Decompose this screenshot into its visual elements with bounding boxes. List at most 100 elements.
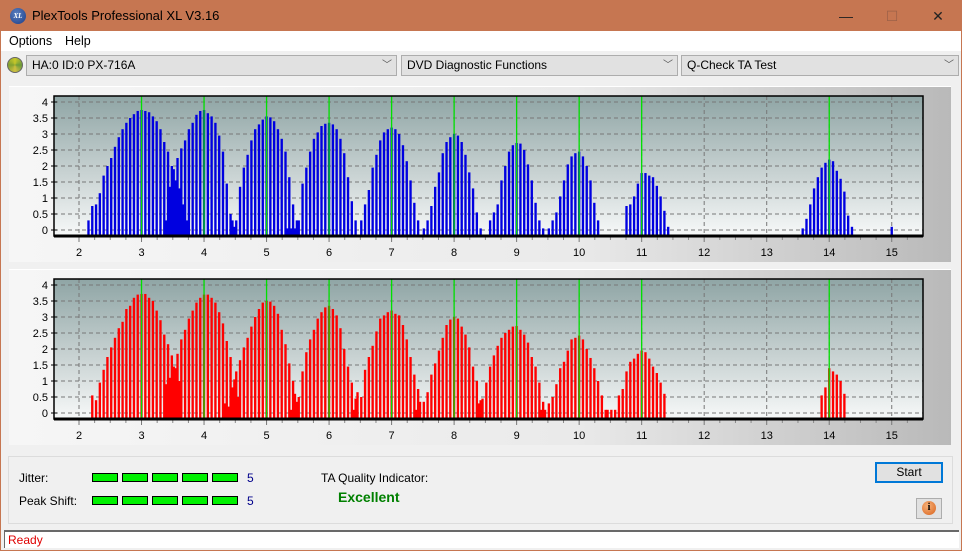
histogram-bar [324,123,327,236]
meter-segment [152,496,178,505]
histogram-bar [176,353,179,419]
histogram-bar [356,392,359,419]
y-tick-label: 3.5 [33,296,48,308]
test-select-value: Q-Check TA Test [687,58,777,72]
histogram-bar [816,177,820,236]
histogram-bar [242,167,246,236]
histogram-bar [125,309,128,419]
histogram-bar [519,143,522,236]
histogram-bar [496,345,499,419]
histogram-bar [94,204,98,236]
peak-shift-value: 5 [247,494,254,508]
histogram-bar [433,363,437,419]
histogram-bar [394,129,397,236]
meter-segment [212,496,238,505]
meter-segment [122,496,148,505]
histogram-bar [261,302,264,419]
y-tick-label: 1 [42,193,48,205]
histogram-bar [526,164,530,236]
histogram-bar [625,371,628,419]
histogram-bar [183,140,187,236]
histogram-bar [507,329,511,419]
histogram-bar [471,188,475,236]
toolbar: HA:0 ID:0 PX-716A ﹀ DVD Diagnostic Funct… [1,52,961,79]
histogram-bar [113,146,117,236]
info-button[interactable]: i [916,498,942,519]
app-window: XL PlexTools Professional XL V3.16 — ☐ ✕… [0,0,962,551]
histogram-bar [445,325,448,419]
menu-options[interactable]: Options [9,34,52,48]
x-tick-label: 5 [263,247,269,259]
x-tick-label: 13 [761,247,773,259]
histogram-bar [593,202,596,236]
histogram-bar [538,220,541,236]
minimize-button[interactable]: — [823,1,869,31]
histogram-bar [445,142,448,236]
x-tick-label: 3 [138,247,144,259]
y-tick-label: 0 [42,225,48,237]
histogram-bar [456,318,460,419]
histogram-bar [312,138,316,236]
histogram-bar [223,403,227,419]
x-tick-label: 15 [886,430,898,442]
histogram-bar [559,368,562,419]
drive-select-value: HA:0 ID:0 PX-716A [32,58,136,72]
peak-shift-label: Peak Shift: [19,494,78,508]
histogram-bar [168,186,172,236]
histogram-bar [500,337,503,419]
histogram-bar [206,113,210,236]
histogram-bar [416,220,420,236]
function-select[interactable]: DVD Diagnostic Functions ﹀ [401,55,678,76]
histogram-bar [382,132,386,236]
histogram-bar [570,156,573,236]
histogram-bar [566,350,569,419]
histogram-bar [655,373,658,419]
histogram-bar [235,371,238,419]
histogram-bar [293,393,297,419]
histogram-bar [471,366,475,419]
histogram-bar [475,212,479,236]
y-tick-label: 2.5 [33,145,48,157]
histogram-bar [144,293,147,419]
histogram-bar [121,129,124,236]
y-tick-label: 2 [42,161,48,173]
histogram-bar [422,401,425,419]
test-select[interactable]: Q-Check TA Test ﹀ [681,55,959,76]
start-button[interactable]: Start [875,462,943,483]
histogram-bar [106,357,109,419]
drive-select[interactable]: HA:0 ID:0 PX-716A ﹀ [26,55,397,76]
histogram-bar [530,357,533,419]
histogram-bar [589,357,592,419]
histogram-bar [172,169,175,236]
histogram-bar [159,320,162,419]
histogram-bar [485,382,488,419]
histogram-bar [218,135,221,236]
maximize-button[interactable]: ☐ [869,1,915,31]
histogram-bar [398,315,401,419]
histogram-bar [331,309,335,419]
ta-quality-value: Excellent [338,489,400,505]
histogram-bar [496,204,499,236]
histogram-bar [504,166,507,236]
histogram-bar [386,129,389,236]
histogram-bar [562,180,566,236]
histogram-bar [437,172,441,236]
histogram-bar [574,153,577,236]
menu-help[interactable]: Help [65,34,91,48]
histogram-bar [555,384,558,419]
meter-segment [92,473,118,482]
histogram-bar [809,204,812,236]
histogram-bar [511,326,515,419]
y-tick-label: 2 [42,344,48,356]
close-button[interactable]: ✕ [915,1,961,31]
histogram-bar [335,315,338,419]
histogram-bar [117,137,120,236]
x-tick-label: 9 [514,430,520,442]
histogram-bar [269,117,272,236]
histogram-bar [464,154,467,236]
y-tick-label: 0.5 [33,392,48,404]
histogram-bar [375,154,378,236]
histogram-bar [839,178,842,236]
histogram-bar [225,183,228,236]
histogram-bar [456,135,460,236]
